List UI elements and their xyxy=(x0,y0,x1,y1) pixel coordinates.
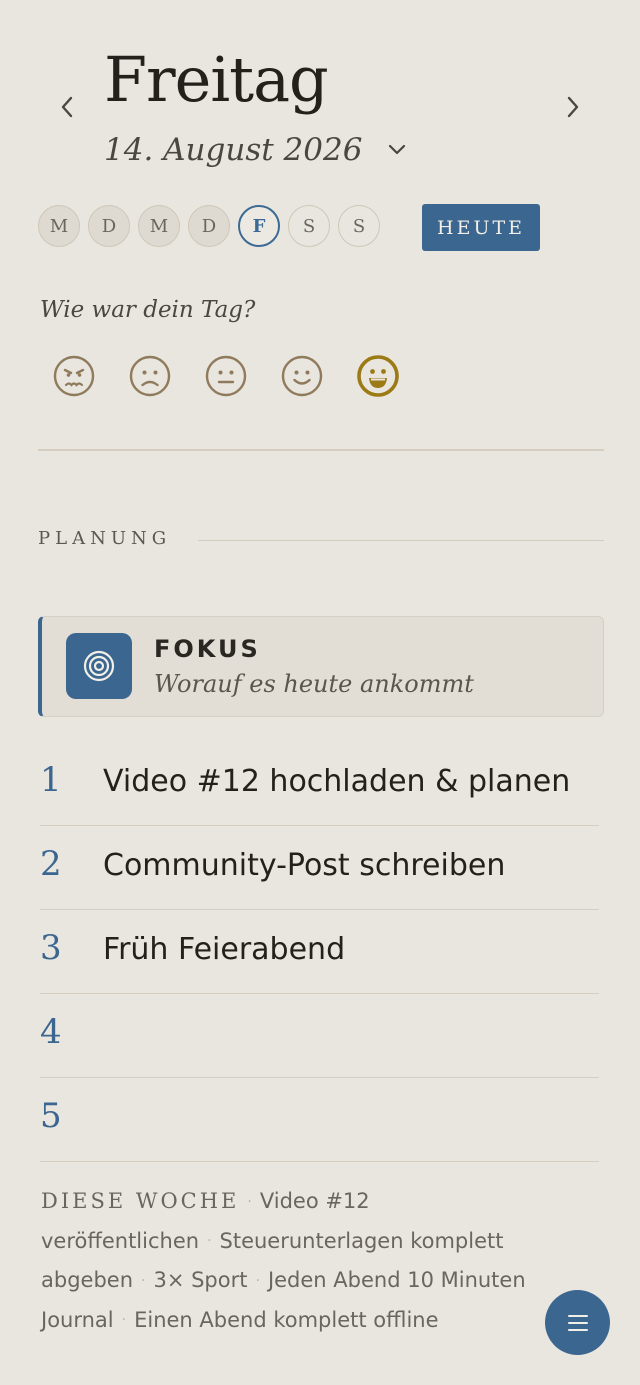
separator-dot: · xyxy=(247,1193,252,1210)
focus-title: FOKUS xyxy=(154,635,261,663)
previous-day-button[interactable] xyxy=(52,90,82,124)
day-button[interactable]: S xyxy=(288,205,330,247)
week-goal-item: 3× Sport xyxy=(153,1268,248,1292)
task-row[interactable]: 1 Video #12 hochladen & planen xyxy=(40,742,599,826)
smile-face-icon[interactable] xyxy=(280,354,324,398)
task-row[interactable]: 5 xyxy=(40,1078,599,1162)
task-number: 3 xyxy=(40,928,62,968)
task-number: 5 xyxy=(40,1096,62,1136)
task-number: 1 xyxy=(40,760,62,800)
neutral-face-icon[interactable] xyxy=(204,354,248,398)
task-row[interactable]: 2 Community-Post schreiben xyxy=(40,826,599,910)
section-divider xyxy=(198,540,604,541)
date-label: 14. August 2026 xyxy=(104,132,363,168)
day-button[interactable]: M xyxy=(138,205,180,247)
target-icon xyxy=(66,633,132,699)
chevron-left-icon xyxy=(61,96,73,118)
separator-dot: · xyxy=(121,1312,127,1328)
focus-card[interactable]: FOKUS Worauf es heute ankommt xyxy=(38,616,604,717)
week-day-selector: MDMDFSS xyxy=(38,205,380,247)
separator-dot: · xyxy=(141,1272,146,1289)
chevron-right-icon xyxy=(567,96,579,118)
mood-question: Wie war dein Tag? xyxy=(40,297,256,323)
sad-face-icon[interactable] xyxy=(128,354,172,398)
weekday-title: Freitag xyxy=(104,43,329,116)
task-row[interactable]: 4 xyxy=(40,994,599,1078)
next-day-button[interactable] xyxy=(558,90,588,124)
task-number: 4 xyxy=(40,1012,62,1052)
separator-dot: · xyxy=(207,1233,212,1249)
task-text[interactable]: Video #12 hochladen & planen xyxy=(103,764,570,799)
task-row[interactable]: 3 Früh Feierabend xyxy=(40,910,599,994)
focus-subtitle: Worauf es heute ankommt xyxy=(154,670,474,698)
day-button[interactable]: S xyxy=(338,205,380,247)
week-goal-item: Einen Abend komplett offline xyxy=(134,1307,439,1332)
day-button[interactable]: D xyxy=(188,205,230,247)
day-button[interactable]: M xyxy=(38,205,80,247)
mood-selector xyxy=(52,354,400,398)
date-picker[interactable]: 14. August 2026 xyxy=(104,128,406,172)
grin-face-icon[interactable] xyxy=(356,354,400,398)
chevron-down-icon xyxy=(389,144,406,155)
task-text[interactable]: Community-Post schreiben xyxy=(103,848,505,883)
day-button[interactable]: D xyxy=(88,205,130,247)
section-label-planung: PLANUNG xyxy=(38,528,172,549)
menu-button[interactable] xyxy=(545,1290,610,1355)
day-button[interactable]: F xyxy=(238,205,280,247)
task-list: 1 Video #12 hochladen & planen 2 Community-… xyxy=(40,742,599,1162)
week-goals: DIESE WOCHE · Video #12 veröffentlichen · St… xyxy=(41,1182,561,1340)
divider xyxy=(38,449,604,451)
today-button[interactable]: HEUTE xyxy=(422,204,540,251)
angry-face-icon[interactable] xyxy=(52,354,96,398)
task-number: 2 xyxy=(40,844,62,884)
menu-icon xyxy=(567,1314,588,1331)
separator-dot: · xyxy=(255,1272,260,1289)
week-goals-label: DIESE WOCHE xyxy=(41,1189,240,1213)
task-text[interactable]: Früh Feierabend xyxy=(103,932,345,967)
